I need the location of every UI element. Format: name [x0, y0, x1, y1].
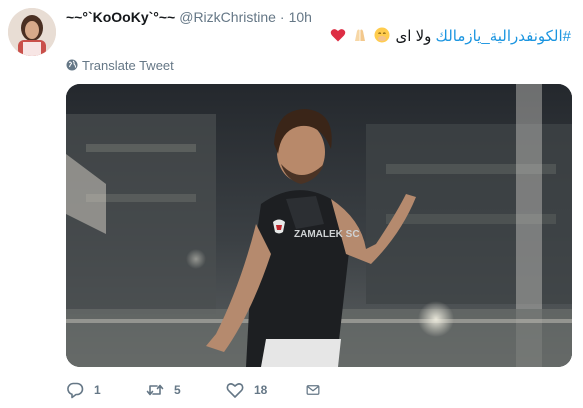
direct-message-button[interactable] [306, 381, 330, 399]
globe-icon [66, 59, 78, 71]
tweet-header: ~~°`KoOoKy`°~~ @RizkChristine · 10h [66, 9, 312, 27]
like-count: 18 [254, 383, 268, 397]
timestamp[interactable]: 10h [289, 9, 312, 25]
reply-button[interactable]: 1 [66, 381, 146, 399]
separator-dot: · [279, 9, 285, 25]
tweet-photo[interactable]: ZAMALEK SC [66, 84, 572, 367]
folded-hands-icon [355, 29, 366, 41]
tweet-actions: 1 5 18 [66, 378, 330, 402]
like-button[interactable]: 18 [226, 381, 306, 399]
retweet-button[interactable]: 5 [146, 381, 226, 399]
envelope-icon [306, 385, 320, 395]
translate-tweet-link[interactable]: Translate Tweet [66, 56, 174, 74]
red-heart-icon [330, 29, 346, 42]
display-name[interactable]: ~~°`KoOoKy`°~~ [66, 9, 175, 25]
jersey-text: ZAMALEK SC [294, 229, 360, 240]
tweet[interactable]: ~~°`KoOoKy`°~~ @RizkChristine · 10h #الك… [0, 0, 583, 408]
tweet-text: #الكونفدرالية_يازمالك ولا اى [66, 27, 571, 47]
retweet-icon [146, 384, 164, 396]
tweet-body-text: ولا اى [395, 28, 432, 45]
avatar[interactable] [8, 8, 56, 56]
reply-count: 1 [94, 383, 101, 397]
heart-icon [226, 383, 244, 398]
hashtag-link[interactable]: #الكونفدرالية_يازمالك [436, 28, 571, 45]
translate-label: Translate Tweet [82, 57, 174, 73]
smiling-face-with-hand-over-mouth-icon [374, 27, 390, 43]
screen-name[interactable]: @RizkChristine [179, 9, 276, 25]
reply-icon [67, 382, 84, 399]
retweet-count: 5 [174, 383, 181, 397]
